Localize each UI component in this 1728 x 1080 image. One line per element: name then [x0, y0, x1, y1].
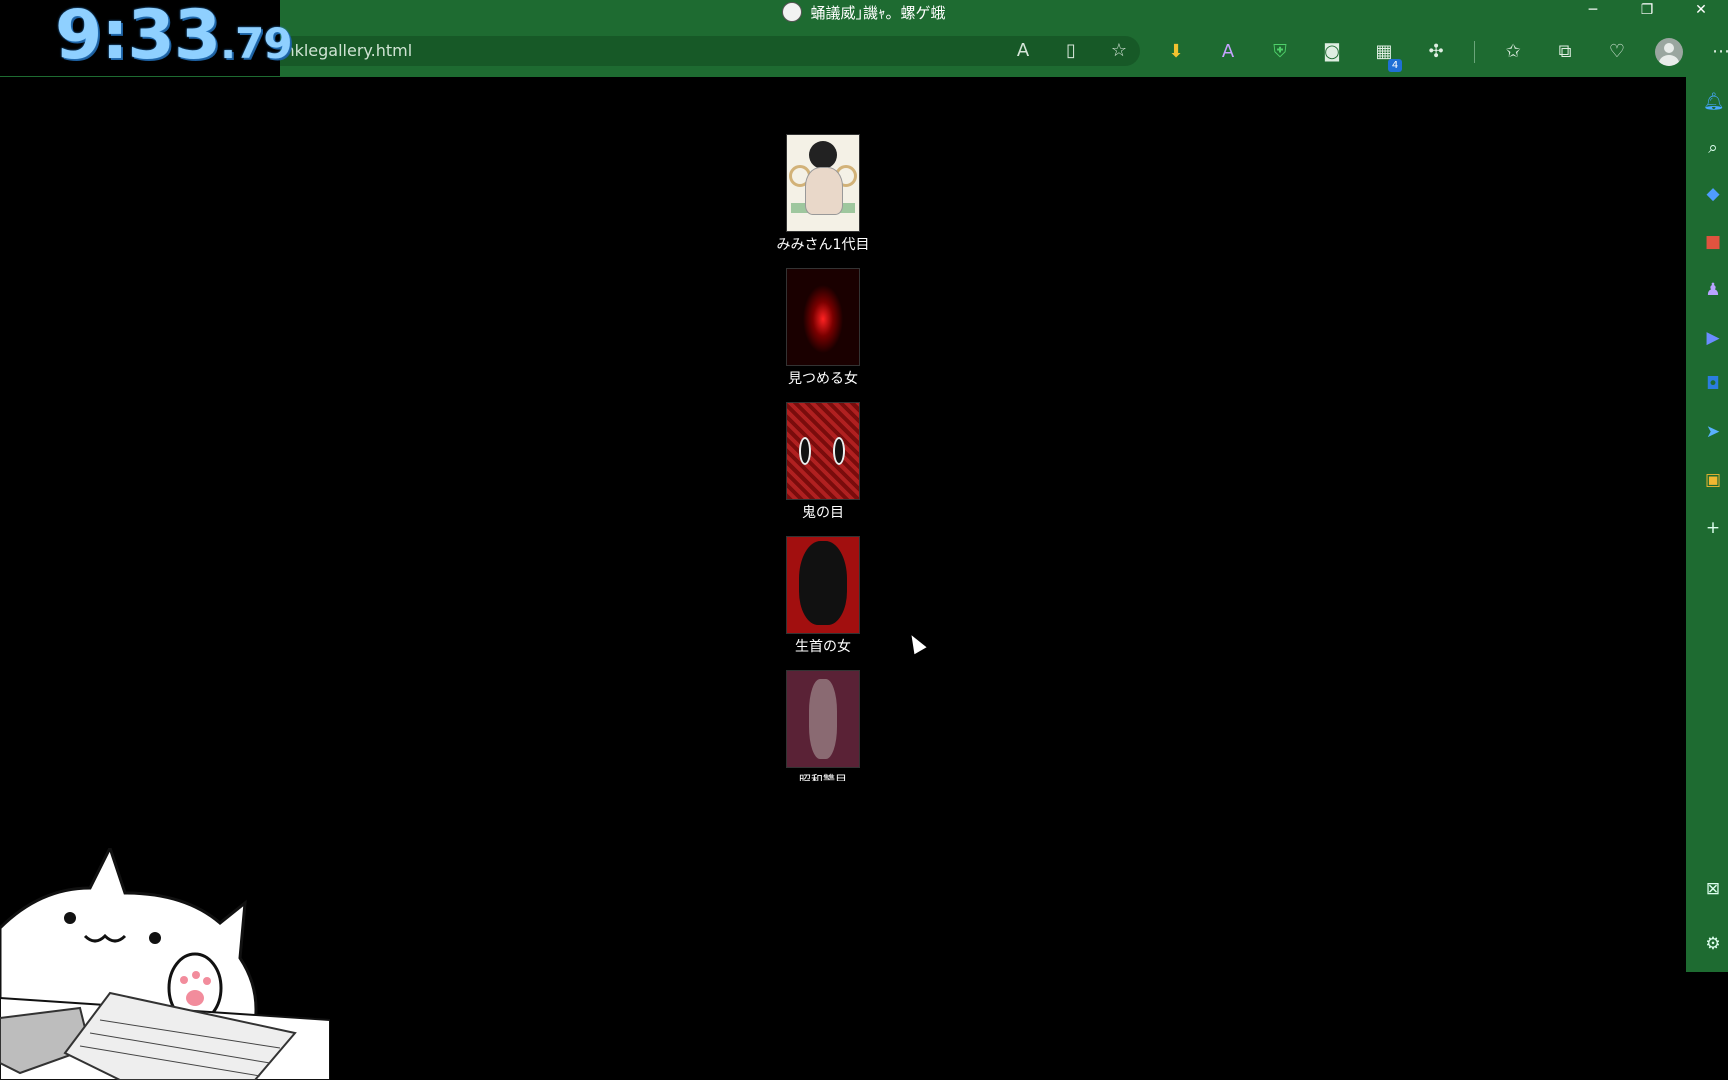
url-text[interactable]: inklegallery.html — [280, 41, 412, 60]
gallery-thumbnail[interactable] — [786, 536, 860, 634]
gallery-item[interactable]: 見つめる女 — [786, 268, 860, 402]
gallery-caption: 生首の女 — [795, 639, 851, 655]
window-title-text: 蛹議威｣譏ｬ。螺ゲ蛾 — [810, 4, 946, 22]
extension-with-badge-icon[interactable]: ▦ 4 — [1370, 38, 1402, 72]
outlook-icon[interactable]: ◘ — [1703, 374, 1723, 394]
shield-extension-icon[interactable]: ⛨ — [1266, 38, 1294, 66]
sidebar-settings-gear-icon[interactable]: ⚙ — [1703, 934, 1723, 954]
glasses-extension-icon[interactable]: ◙ — [1318, 38, 1346, 66]
more-menu-icon[interactable]: ⋯ — [1707, 38, 1728, 66]
restore-button[interactable]: ❐ — [1620, 0, 1674, 22]
tab-favicon-icon — [782, 2, 803, 22]
screenshot-icon[interactable]: ⊠ — [1703, 879, 1723, 899]
gallery-item[interactable]: 生首の女 — [786, 536, 860, 670]
gallery-thumbnail[interactable] — [786, 670, 860, 768]
download-extension-icon[interactable]: ⬇ — [1162, 38, 1190, 66]
favorites-icon[interactable]: ✩ — [1499, 38, 1527, 66]
timer-ms-value: .79 — [220, 19, 292, 68]
toolbar-divider — [1474, 41, 1475, 63]
window-controls: ─ ❐ ✕ — [1566, 0, 1728, 22]
gallery-thumbnail[interactable] — [785, 134, 860, 232]
bongo-cat-overlay — [0, 848, 330, 1080]
close-button[interactable]: ✕ — [1674, 0, 1728, 22]
notifications-bell-icon[interactable]: 🔔︎ — [1703, 92, 1725, 112]
mouse-cursor-icon — [905, 631, 927, 655]
extension-icon[interactable]: A — [1214, 38, 1242, 66]
shopping-tag-icon[interactable]: ◆ — [1703, 184, 1723, 204]
extensions-puzzle-icon[interactable]: ✣ — [1422, 38, 1450, 66]
tools-briefcase-icon[interactable]: ■ — [1703, 232, 1723, 252]
profile-avatar[interactable] — [1655, 38, 1683, 66]
copilot-icon[interactable]: ▶ — [1703, 328, 1723, 348]
add-sidebar-app-icon[interactable]: + — [1703, 518, 1723, 538]
reader-view-icon[interactable]: ▯ — [1060, 40, 1082, 62]
gallery-thumbnail[interactable] — [786, 268, 860, 366]
games-icon[interactable]: ♟ — [1703, 280, 1723, 300]
collections-icon[interactable]: ⧉ — [1551, 38, 1579, 66]
timer-main-value: 9:33 — [55, 0, 221, 75]
minimize-button[interactable]: ─ — [1566, 0, 1620, 22]
gallery-caption: 見つめる女 — [788, 371, 858, 387]
gallery-item[interactable]: みみさん1代目 — [776, 134, 870, 268]
performance-heart-icon[interactable]: ♡ — [1603, 38, 1631, 66]
gallery-thumbnail[interactable] — [786, 402, 860, 500]
gallery-list: みみさん1代目 見つめる女 鬼の目 生首の女 昭和讐目 — [762, 134, 884, 804]
favorite-star-icon[interactable]: ☆ — [1108, 40, 1130, 62]
gallery-caption: 鬼の目 — [802, 505, 844, 521]
edge-sidebar: 🔔︎ ⌕ ◆ ■ ♟ ▶ ◘ ➤ ▣ + ⊠ ⚙ — [1686, 77, 1728, 972]
gallery-item[interactable]: 昭和讐目 — [786, 670, 860, 804]
gallery-item[interactable]: 鬼の目 — [786, 402, 860, 536]
read-aloud-icon[interactable]: A — [1012, 40, 1034, 62]
extension-badge: 4 — [1388, 59, 1402, 72]
address-bar[interactable]: inklegallery.html A ▯ ☆ — [210, 36, 1140, 66]
send-icon[interactable]: ➤ — [1703, 422, 1723, 442]
gallery-caption: 昭和讐目 — [798, 773, 847, 781]
toolbar: ⬇ A ⛨ ◙ ▦ 4 ✣ ✩ ⧉ ♡ ⋯ — [1162, 38, 1728, 72]
search-icon[interactable]: ⌕ — [1703, 138, 1723, 158]
office-icon[interactable]: ▣ — [1703, 470, 1723, 490]
gallery-caption: みみさん1代目 — [776, 237, 870, 253]
speedrun-timer: 9:33.79 — [0, 0, 293, 76]
